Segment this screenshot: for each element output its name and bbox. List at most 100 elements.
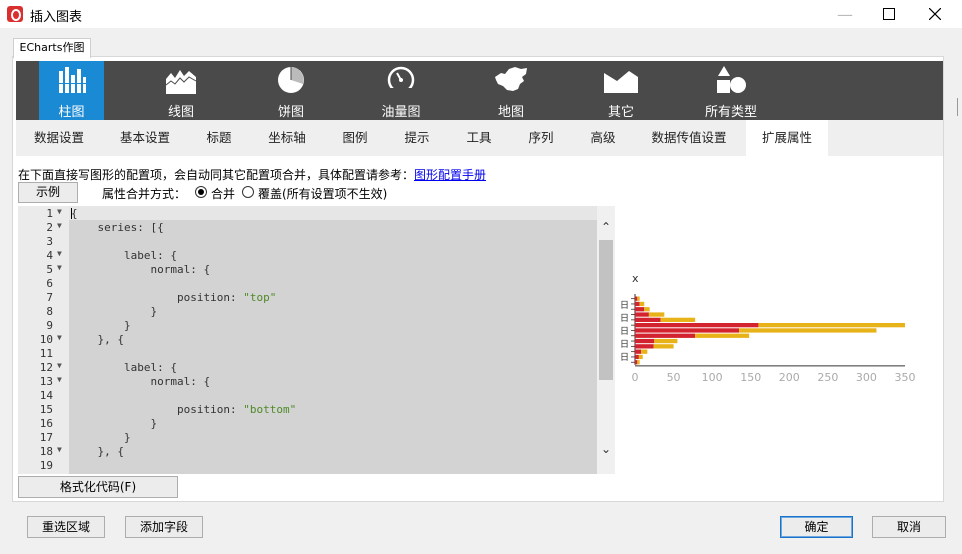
chart-type-pie-item[interactable]: 饼图 — [256, 61, 326, 120]
fold-toggle-icon[interactable]: ▼ — [57, 207, 62, 216]
code-line: 1 ▼{ — [18, 207, 598, 221]
chart-type-bar-item[interactable]: 柱图 — [39, 61, 104, 120]
line-number: 15 — [39, 403, 53, 416]
chart-type-label: 油量图 — [381, 105, 421, 120]
bar-series-1 — [635, 349, 642, 354]
china-map-icon — [495, 67, 527, 91]
fold-toggle-icon[interactable]: ▼ — [57, 263, 62, 272]
fold-toggle-icon[interactable]: ▼ — [57, 445, 62, 454]
line-number: 11 — [39, 347, 53, 360]
tab-title[interactable]: 标题 — [188, 120, 250, 156]
chart-type-gauge-item[interactable]: 油量图 — [366, 61, 436, 120]
bar-series-2 — [639, 301, 645, 307]
chart-type-label: 其它 — [607, 105, 634, 120]
x-tick-label: 150 — [740, 371, 761, 384]
tab-basic-settings[interactable]: 基本设置 — [109, 120, 181, 156]
code-line: 9} — [18, 319, 598, 333]
line-number: 1 — [46, 207, 53, 220]
settings-tabs: 数据设置 基本设置 标题 坐标轴 图例 提示 工具 序列 高级 数据传值设置 扩… — [16, 120, 943, 156]
code-token: label: { — [124, 361, 177, 374]
format-code-button[interactable]: 格式化代码(F) — [18, 476, 178, 498]
chart-type-line-item[interactable]: 线图 — [146, 61, 216, 120]
code-text: position: "bottom" — [177, 403, 296, 416]
editor-scrollbar[interactable]: ⌃ ⌄ — [597, 206, 615, 474]
merge-radio[interactable] — [195, 186, 207, 198]
chart-type-other-item[interactable]: 其它 — [586, 61, 656, 120]
code-editor[interactable]: 1 ▼{2 ▼ series: [{3 4 ▼ label: {5 ▼ normal: {6 7 p… — [18, 206, 615, 474]
window-title: 插入图表 — [30, 10, 83, 25]
instruction-text: 在下面直接写图形的配置项，会自动同其它配置项合并，具体配置请参考：图形配置手册 — [18, 166, 486, 183]
x-tick-label: 100 — [702, 371, 723, 384]
tab-tooltip[interactable]: 提示 — [386, 120, 448, 156]
code-text: } — [124, 319, 131, 332]
code-token: } — [150, 417, 158, 430]
tab-series[interactable]: 序列 — [510, 120, 572, 156]
code-line: 2 ▼ series: [{ — [18, 221, 598, 235]
x-tick-label: 350 — [895, 371, 916, 384]
bar-series-1 — [635, 354, 639, 360]
bar-series-1 — [635, 307, 645, 312]
chart-type-map-item[interactable]: 地图 — [476, 61, 546, 120]
line-number: 19 — [39, 459, 53, 472]
fold-toggle-icon[interactable]: ▼ — [57, 333, 62, 342]
tab-advanced[interactable]: 高级 — [572, 120, 634, 156]
x-tick-label: 50 — [667, 371, 681, 384]
minimize-icon[interactable]: — — [822, 0, 868, 28]
bar-series-1 — [635, 344, 654, 349]
bar-series-1 — [635, 312, 649, 317]
tab-echarts[interactable]: ECharts作图 — [13, 38, 91, 58]
fold-toggle-icon[interactable]: ▼ — [57, 361, 62, 370]
line-chart-icon — [165, 70, 197, 94]
maximize-icon[interactable] — [866, 0, 912, 28]
bar-series-2 — [641, 349, 648, 354]
tab-tools[interactable]: 工具 — [448, 120, 510, 156]
code-line: 11 — [18, 347, 598, 361]
line-number: 3 — [46, 235, 53, 248]
close-icon[interactable] — [912, 0, 958, 28]
config-manual-link[interactable]: 图形配置手册 — [414, 168, 486, 182]
cancel-button[interactable]: 取消 — [872, 516, 946, 538]
instruction-label: 在下面直接写图形的配置项，会自动同其它配置项合并，具体配置请参考： — [18, 168, 415, 182]
code-token: } — [150, 305, 158, 318]
y-axis-label: x — [632, 272, 639, 285]
bar-series-1 — [635, 323, 759, 328]
tab-data-settings[interactable]: 数据设置 — [16, 120, 102, 156]
x-tick-label: 0 — [632, 371, 639, 384]
bar-series-2 — [660, 317, 696, 322]
code-text: } — [151, 305, 158, 318]
bar-series-2 — [695, 333, 750, 338]
fold-toggle-icon[interactable]: ▼ — [57, 249, 62, 258]
code-text: label: { — [124, 249, 177, 262]
chart-preview: x日日日日日0 50 100 150 200 250 300 350 — [620, 272, 916, 384]
code-token: normal: { — [150, 263, 211, 276]
scrollbar-thumb[interactable] — [599, 240, 613, 380]
code-line: 18 ▼}, { — [18, 445, 598, 459]
chart-type-all-item[interactable]: 所有类型 — [696, 61, 766, 120]
scroll-down-icon[interactable]: ⌄ — [600, 442, 612, 456]
fold-toggle-icon[interactable]: ▼ — [57, 221, 62, 230]
tab-extended-properties[interactable]: 扩展属性 — [746, 120, 828, 156]
ok-button[interactable]: 确定 — [780, 516, 853, 538]
example-button[interactable]: 示例 — [18, 182, 78, 203]
text-cursor — [71, 208, 72, 219]
category-tick-label: 日 — [620, 326, 629, 337]
category-tick-label: 日 — [620, 300, 629, 311]
bar-series-2 — [648, 312, 665, 317]
scroll-up-icon[interactable]: ⌃ — [600, 220, 612, 234]
tab-axis[interactable]: 坐标轴 — [256, 120, 318, 156]
chart-type-label: 地图 — [497, 105, 524, 120]
app-logo-icon — [7, 6, 23, 22]
code-line: 19 — [18, 459, 598, 473]
tab-legend[interactable]: 图例 — [324, 120, 386, 156]
add-field-button[interactable]: 添加字段 — [125, 516, 203, 538]
bar-series-1 — [635, 296, 638, 301]
code-token: position: — [177, 291, 244, 304]
code-line: 6 — [18, 277, 598, 291]
tab-data-transfer[interactable]: 数据传值设置 — [642, 120, 736, 156]
code-text: }, { — [98, 445, 125, 458]
bar-series-2 — [638, 354, 643, 360]
overwrite-radio[interactable] — [242, 186, 254, 198]
fold-toggle-icon[interactable]: ▼ — [57, 375, 62, 384]
code-text: series: [{ — [98, 221, 164, 234]
reselect-range-button[interactable]: 重选区域 — [27, 516, 105, 538]
